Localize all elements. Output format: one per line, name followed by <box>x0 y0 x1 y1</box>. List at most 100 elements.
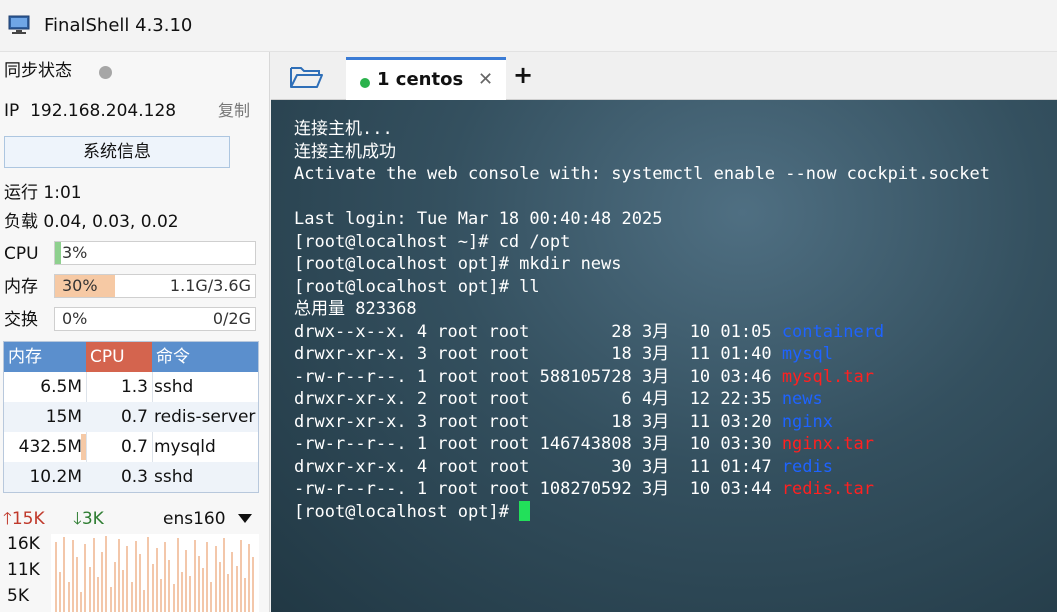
upload-speed: 🡑15K <box>3 508 45 530</box>
terminal-text: drwxr-xr-x. 3 root root 18 3月 11 03:20 <box>294 411 782 432</box>
network-axis-label: 16K <box>7 534 40 554</box>
traffic-bar <box>210 582 213 612</box>
terminal-text: 总用量 823368 <box>294 299 417 319</box>
traffic-bar <box>223 538 225 612</box>
copy-ip-link[interactable]: 复制 <box>218 100 250 122</box>
traffic-bar <box>139 554 141 612</box>
traffic-bar <box>126 546 129 612</box>
traffic-bar <box>101 552 104 612</box>
terminal-line: 连接主机... <box>294 118 393 141</box>
network-monitor: 🡑15K 🡓3K ens160 16K 11K 5K <box>3 508 265 612</box>
traffic-bar <box>97 577 99 612</box>
process-command: sshd <box>154 377 194 397</box>
traffic-bar <box>130 582 133 612</box>
process-table: 内存 CPU 命令 6.5M 1.3 sshd 15M 0.7 redis-se… <box>3 341 259 493</box>
add-tab-icon[interactable]: + <box>513 62 533 88</box>
traffic-bar <box>239 540 242 612</box>
traffic-bar <box>181 572 183 612</box>
process-row[interactable]: 6.5M 1.3 sshd <box>4 372 258 402</box>
traffic-bar <box>189 576 192 612</box>
terminal-line: Last login: Tue Mar 18 00:40:48 2025 <box>294 208 662 231</box>
column-header-command[interactable]: 命令 <box>152 342 258 372</box>
traffic-bar <box>197 556 200 612</box>
traffic-bar <box>231 552 234 612</box>
traffic-bar <box>71 540 74 612</box>
chevron-down-icon[interactable] <box>238 514 252 523</box>
memory-meter-amount: 1.1G/3.6G <box>169 276 251 295</box>
tab-session-centos[interactable]: 1 centos ✕ <box>346 57 506 100</box>
terminal-line: drwxr-xr-x. 3 root root 18 3月 11 01:40 m… <box>294 343 833 366</box>
terminal-cursor <box>519 500 531 521</box>
terminal-console[interactable]: 连接主机... 连接主机成功 Activate the web console wi… <box>271 100 1057 612</box>
terminal-text: Activate the web console with: systemctl… <box>294 164 990 184</box>
close-icon[interactable]: ✕ <box>478 68 493 92</box>
traffic-bar <box>118 539 120 612</box>
traffic-bar <box>248 544 251 612</box>
terminal-line: drwxr-xr-x. 2 root root 6 4月 12 22:35 ne… <box>294 388 823 411</box>
swap-meter: 0% 0/2G <box>54 307 256 331</box>
traffic-bar <box>218 562 221 612</box>
traffic-bar <box>168 560 171 612</box>
traffic-bar <box>143 590 146 612</box>
terminal-text: Last login: Tue Mar 18 00:40:48 2025 <box>294 209 663 229</box>
directory-name: news <box>781 389 823 409</box>
traffic-bar <box>76 557 78 612</box>
terminal-text: [root@localhost opt]# <box>294 501 520 522</box>
network-axis-label: 11K <box>7 560 40 580</box>
traffic-bar <box>206 542 209 612</box>
memory-meter-percent: 30% <box>62 276 98 295</box>
network-interface-select[interactable]: ens160 <box>163 508 226 530</box>
traffic-bar <box>202 568 204 612</box>
ip-address: 192.168.204.128 <box>30 101 177 121</box>
memory-meter: 30% 1.1G/3.6G <box>54 274 256 298</box>
terminal-line: drwxr-xr-x. 4 root root 30 3月 11 01:47 r… <box>294 456 833 479</box>
terminal-line: drwxr-xr-x. 3 root root 18 3月 11 03:20 n… <box>294 411 833 434</box>
traffic-bar <box>160 579 162 612</box>
process-memory: 432.5M <box>18 437 82 457</box>
traffic-bar <box>151 564 154 612</box>
terminal-text: drwxr-xr-x. 2 root root 6 4月 12 22:35 <box>294 389 782 409</box>
folder-open-icon[interactable] <box>289 64 323 90</box>
column-header-cpu[interactable]: CPU <box>86 342 152 372</box>
traffic-bar <box>244 578 246 612</box>
cpu-meter-fill <box>55 242 61 264</box>
process-row[interactable]: 432.5M 0.7 mysqld <box>4 432 258 462</box>
traffic-bar <box>63 537 66 612</box>
arrow-up-icon: 🡑 <box>3 509 12 529</box>
column-header-memory[interactable]: 内存 <box>4 342 86 372</box>
traffic-bar <box>109 587 112 612</box>
ip-label: IP <box>4 101 20 121</box>
process-memory: 15M <box>45 407 82 427</box>
process-table-header: 内存 CPU 命令 <box>4 342 258 372</box>
traffic-bar <box>252 557 255 612</box>
terminal-text: drwxr-xr-x. 3 root root 18 3月 11 01:40 <box>294 344 782 364</box>
directory-name: nginx <box>781 411 833 432</box>
terminal-line: 连接主机成功 <box>294 141 396 164</box>
terminal-text: -rw-r--r--. 1 root root 588105728 3月 10 … <box>294 366 782 387</box>
archive-file-name: mysql.tar <box>781 366 874 387</box>
process-row[interactable]: 10.2M 0.3 sshd <box>4 462 258 492</box>
tab-label: 1 centos <box>377 69 464 90</box>
window-title: FinalShell 4.3.10 <box>44 15 193 36</box>
archive-file-name: nginx.tar <box>781 434 874 454</box>
traffic-bar <box>122 570 125 612</box>
sync-status-label: 同步状态 <box>4 61 72 81</box>
terminal-text: [root@localhost opt]# mkdir news <box>294 254 622 274</box>
directory-name: redis <box>781 456 833 477</box>
process-row[interactable]: 15M 0.7 redis-server <box>4 402 258 432</box>
terminal-text: drwx--x--x. 4 root root 28 3月 10 01:05 <box>294 321 782 342</box>
traffic-bar <box>59 572 62 612</box>
traffic-bar <box>105 536 108 612</box>
title-bar: FinalShell 4.3.10 <box>0 0 1057 52</box>
ip-row: IP 192.168.204.128 <box>4 100 176 122</box>
process-memory: 10.2M <box>29 467 82 487</box>
traffic-bar <box>155 548 158 612</box>
traffic-bar <box>176 538 179 612</box>
traffic-bar <box>235 566 238 612</box>
terminal-line: -rw-r--r--. 1 root root 588105728 3月 10 … <box>294 366 874 389</box>
system-info-button[interactable]: 系统信息 <box>4 136 230 168</box>
process-cpu: 1.3 <box>120 377 148 397</box>
traffic-bar <box>55 542 57 612</box>
swap-meter-amount: 0/2G <box>212 309 251 328</box>
terminal-line: [root@localhost opt]# <box>294 500 531 524</box>
